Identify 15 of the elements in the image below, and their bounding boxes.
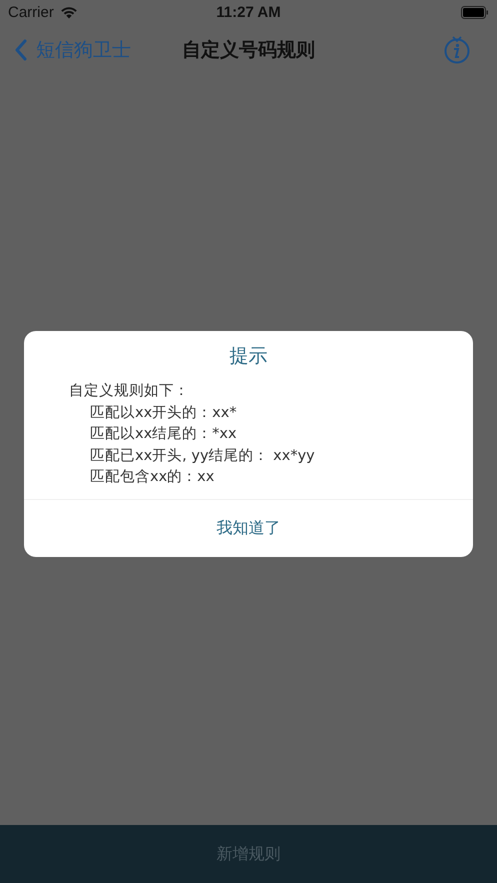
carrier-label: Carrier [8, 4, 54, 21]
dialog-title: 提示 [228, 344, 268, 369]
rule-text: 匹配包含xx的：xx [89, 468, 216, 487]
back-button[interactable]: 短信狗卫士 [12, 37, 133, 63]
rule-text: 匹配已xx开头, yy结尾的： xx*yy [89, 446, 316, 466]
nav-title: 自定义号码规则 [182, 38, 315, 63]
dialog-message: 自定义规则如下： [69, 382, 190, 401]
rule-text: 匹配以xx开头的：xx* [89, 404, 238, 422]
wifi-icon [60, 6, 78, 19]
info-icon[interactable] [443, 35, 471, 65]
rule-text: 匹配以xx结尾的：*xx [89, 425, 238, 444]
ok-button[interactable]: 我知道了 [24, 498, 473, 556]
battery-icon [461, 6, 489, 19]
back-chevron-icon [14, 39, 28, 61]
status-time: 11:27 AM [216, 4, 281, 21]
